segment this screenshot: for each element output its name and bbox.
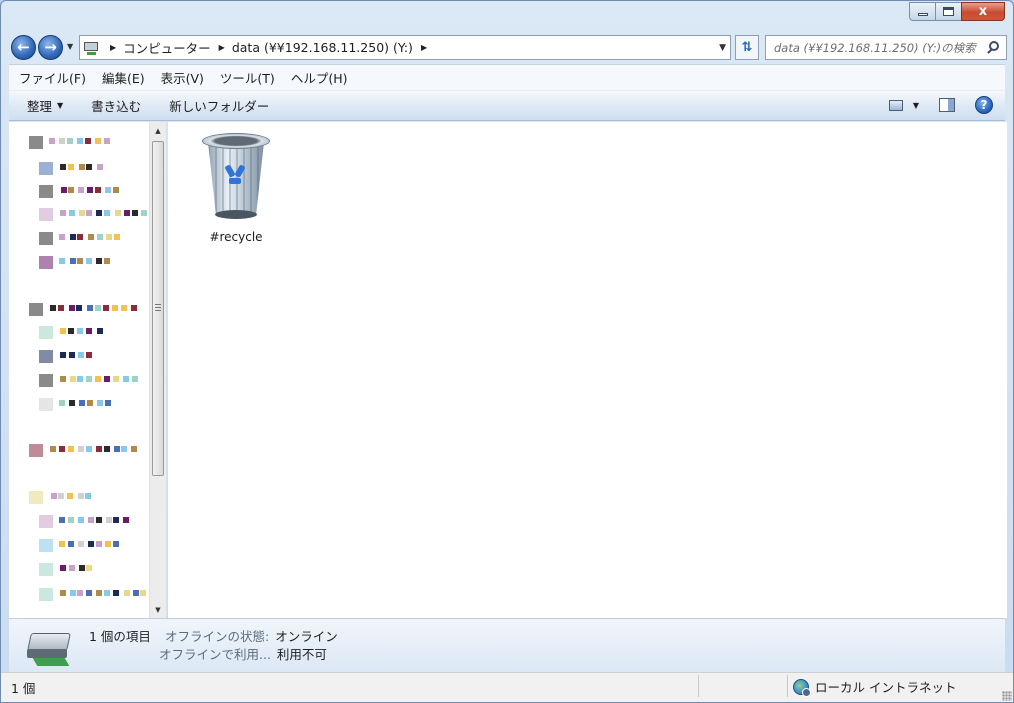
folder-icon bbox=[29, 136, 43, 149]
refresh-button[interactable]: ⇅ bbox=[735, 35, 759, 60]
security-zone-label: ローカル イントラネット bbox=[815, 680, 957, 695]
intranet-globe-icon bbox=[793, 678, 811, 697]
close-icon: x bbox=[978, 4, 988, 19]
folder-icon bbox=[39, 398, 53, 411]
breadcrumb-chevron-icon[interactable]: ▶ bbox=[110, 43, 116, 52]
breadcrumb-chevron-icon[interactable]: ▶ bbox=[219, 43, 225, 52]
menu-bar: ファイル(F) 編集(E) 表示(V) ツール(T) ヘルプ(H) bbox=[9, 64, 1005, 90]
preview-pane-icon[interactable] bbox=[939, 98, 955, 112]
status-divider bbox=[698, 675, 699, 697]
new-folder-button[interactable]: 新しいフォルダー bbox=[169, 96, 269, 115]
folder-icon bbox=[39, 515, 53, 528]
folder-icon bbox=[39, 563, 53, 576]
forward-button[interactable]: → bbox=[38, 35, 63, 60]
content-pane: #recycle bbox=[168, 122, 1007, 618]
status-item-count: 1 個 bbox=[11, 681, 36, 696]
file-item-recycle[interactable]: #recycle bbox=[196, 130, 276, 244]
organize-button[interactable]: 整理 ▼ bbox=[27, 96, 63, 115]
help-icon[interactable]: ? bbox=[975, 96, 993, 114]
chevron-down-icon: ▼ bbox=[57, 101, 64, 110]
organize-label: 整理 bbox=[27, 99, 53, 114]
folder-icon bbox=[39, 588, 53, 601]
menu-edit[interactable]: 編集(E) bbox=[102, 68, 145, 87]
resize-grip-icon[interactable] bbox=[1002, 691, 1012, 701]
refresh-icon: ⇅ bbox=[741, 40, 753, 55]
details-pane: 1 個の項目 オフラインの状態: オンライン オフラインで利用... 利用不可 bbox=[9, 618, 1005, 672]
status-divider bbox=[787, 675, 788, 697]
folder-icon bbox=[39, 232, 53, 245]
folder-icon bbox=[29, 303, 43, 316]
address-row: ← → ▼ ▶ コンピューター ▶ data (¥¥192.168.11.250… bbox=[9, 32, 1007, 62]
caption-buttons: x bbox=[909, 2, 1005, 21]
folder-icon bbox=[29, 444, 43, 457]
arrow-right-icon: → bbox=[44, 38, 57, 56]
menu-file[interactable]: ファイル(F) bbox=[19, 68, 86, 87]
folder-icon bbox=[29, 491, 43, 504]
breadcrumb-drive[interactable]: data (¥¥192.168.11.250) (Y:) bbox=[232, 40, 413, 55]
back-button[interactable]: ← bbox=[11, 35, 36, 60]
offline-status-value: オンライン bbox=[275, 629, 338, 644]
maximize-button[interactable] bbox=[935, 2, 961, 21]
folder-icon bbox=[39, 208, 53, 221]
view-options-dropdown[interactable]: ▼ bbox=[913, 101, 919, 110]
offline-status-key: オフラインの状態: bbox=[165, 629, 270, 644]
offline-availability-key: オフラインで利用... bbox=[159, 647, 271, 662]
address-history-dropdown[interactable]: ▼ bbox=[719, 43, 726, 53]
folder-icon bbox=[39, 256, 53, 269]
command-bar: 整理 ▼ 書き込む 新しいフォルダー ▼ ? bbox=[9, 90, 1005, 121]
scroll-down-icon[interactable]: ▼ bbox=[150, 601, 166, 618]
folder-icon bbox=[39, 539, 53, 552]
minimize-icon bbox=[917, 13, 928, 16]
folder-icon bbox=[39, 374, 53, 387]
navigation-scrollbar[interactable]: ▲ ▼ bbox=[149, 122, 166, 618]
close-button[interactable]: x bbox=[961, 2, 1005, 21]
status-bar: 1 個 ローカル イントラネット bbox=[1, 672, 1013, 702]
scroll-thumb[interactable] bbox=[152, 141, 164, 476]
recent-pages-dropdown[interactable]: ▼ bbox=[67, 42, 73, 51]
folder-icon bbox=[39, 185, 53, 198]
change-view-icon[interactable] bbox=[888, 99, 903, 111]
menu-help[interactable]: ヘルプ(H) bbox=[291, 68, 348, 87]
network-computer-icon bbox=[84, 41, 102, 55]
search-input[interactable] bbox=[774, 40, 986, 55]
arrow-left-icon: ← bbox=[17, 38, 30, 56]
folder-icon bbox=[39, 162, 53, 175]
maximize-icon bbox=[943, 7, 954, 16]
recycle-bin-icon bbox=[198, 130, 274, 226]
search-box bbox=[765, 35, 1007, 60]
search-icon[interactable] bbox=[986, 40, 1006, 56]
offline-availability-row: オフラインで利用... 利用不可 bbox=[159, 644, 327, 663]
folder-icon bbox=[39, 350, 53, 363]
view-controls: ▼ ? bbox=[888, 96, 993, 114]
menu-tools[interactable]: ツール(T) bbox=[220, 68, 275, 87]
security-zone: ローカル イントラネット bbox=[793, 677, 957, 697]
scroll-up-icon[interactable]: ▲ bbox=[150, 122, 166, 139]
burn-button[interactable]: 書き込む bbox=[91, 96, 141, 115]
navigation-pane: ▲ ▼ bbox=[9, 122, 167, 618]
menu-view[interactable]: 表示(V) bbox=[161, 68, 204, 87]
grip-icon bbox=[155, 304, 161, 311]
item-count: 1 個の項目 bbox=[89, 629, 151, 644]
breadcrumb-chevron-icon[interactable]: ▶ bbox=[421, 43, 427, 52]
explorer-window: x ← → ▼ ▶ コンピューター ▶ data (¥¥192.168.11.2… bbox=[0, 0, 1014, 703]
file-name: #recycle bbox=[209, 230, 263, 244]
offline-status-row: オフラインの状態: オンライン bbox=[165, 626, 338, 645]
offline-availability-value: 利用不可 bbox=[276, 647, 327, 662]
folder-icon bbox=[39, 326, 53, 339]
breadcrumb-computer[interactable]: コンピューター bbox=[123, 38, 211, 57]
network-drive-icon bbox=[27, 633, 73, 667]
address-bar[interactable]: ▶ コンピューター ▶ data (¥¥192.168.11.250) (Y:)… bbox=[79, 35, 731, 60]
minimize-button[interactable] bbox=[909, 2, 935, 21]
